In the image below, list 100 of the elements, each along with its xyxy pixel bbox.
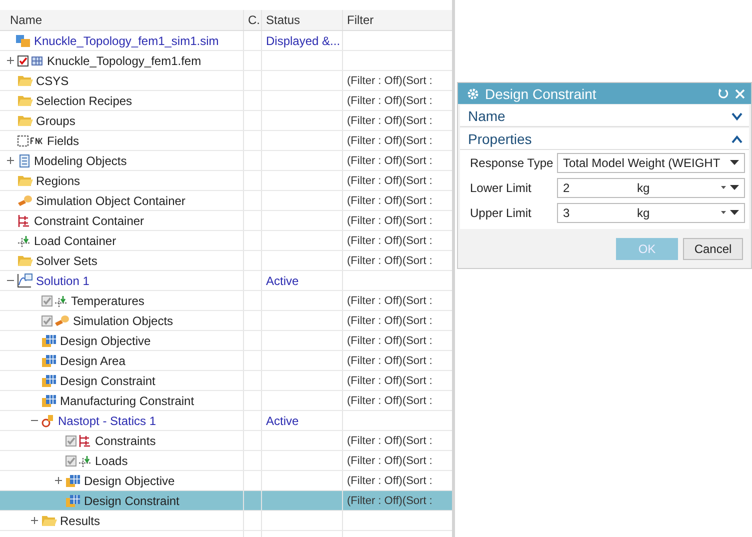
tree-item[interactable]: Constraints xyxy=(95,434,156,448)
mesh-icon xyxy=(30,54,44,67)
filter-text: (Filter : Off)(Sort : xyxy=(347,474,432,486)
load-icon xyxy=(78,454,92,468)
checkbox[interactable] xyxy=(17,134,29,146)
section-title: Name xyxy=(468,108,506,124)
section-header[interactable]: Name xyxy=(460,105,749,127)
options-arrow-icon[interactable] xyxy=(721,186,726,190)
tree-item[interactable]: Simulation Object Container xyxy=(36,194,186,208)
tree-item[interactable]: Design Objective xyxy=(60,334,151,348)
tree-item[interactable]: Nastopt - Statics 1 xyxy=(58,414,156,428)
options-arrow-icon[interactable] xyxy=(721,211,726,215)
expand-icon[interactable] xyxy=(54,476,62,485)
document-icon xyxy=(17,154,31,168)
design-table-icon xyxy=(65,494,81,508)
filter-text: (Filter : Off)(Sort : xyxy=(347,374,432,386)
field-label: Lower Limit xyxy=(470,181,532,195)
tree-item[interactable]: Design Constraint xyxy=(60,374,156,388)
expand-icon[interactable] xyxy=(6,156,14,165)
folder-icon xyxy=(17,74,33,87)
checkbox[interactable] xyxy=(17,54,29,66)
tree-item[interactable]: Constraint Container xyxy=(34,214,144,228)
tree-item[interactable]: Knuckle_Topology_fem1_sim1.sim xyxy=(34,34,219,48)
tree-item[interactable]: Design Objective xyxy=(84,474,175,488)
constraint-icon xyxy=(17,214,31,228)
tree-item[interactable]: Simulation Objects xyxy=(73,314,174,328)
chevron-down-icon[interactable] xyxy=(731,112,743,120)
column-header[interactable]: Filter xyxy=(343,10,452,30)
status-text: Active xyxy=(266,414,299,428)
filter-text: (Filter : Off)(Sort : xyxy=(347,294,432,306)
tree-item[interactable]: Modeling Objects xyxy=(34,154,127,168)
folder-icon xyxy=(17,254,33,267)
folder-icon xyxy=(17,94,33,107)
solver-icon xyxy=(41,414,55,428)
tree-item[interactable]: Design Constraint xyxy=(84,494,180,508)
status-text: Displayed &... xyxy=(266,34,340,48)
tree-item[interactable]: Manufacturing Constraint xyxy=(60,394,194,408)
load-icon xyxy=(54,294,68,308)
tree-item[interactable]: Load Container xyxy=(34,234,116,248)
tree-item[interactable]: Knuckle_Topology_fem1.fem xyxy=(47,54,202,68)
column-header[interactable]: Status xyxy=(262,10,343,30)
load-icon xyxy=(17,234,31,248)
tree-item[interactable]: Regions xyxy=(36,174,80,188)
field-label: Upper Limit xyxy=(470,206,532,220)
filter-text: (Filter : Off)(Sort : xyxy=(347,114,432,126)
filter-text: (Filter : Off)(Sort : xyxy=(347,154,432,166)
tree-item[interactable]: Loads xyxy=(95,454,128,468)
dropdown-arrow-icon[interactable] xyxy=(730,185,739,191)
design-table-icon xyxy=(41,374,57,388)
sim-object-icon xyxy=(17,194,33,208)
filter-text: (Filter : Off)(Sort : xyxy=(347,494,432,506)
sim-file-icon xyxy=(15,34,31,48)
tree-item[interactable]: Design Area xyxy=(60,354,126,368)
close-icon[interactable] xyxy=(735,88,745,98)
folder-icon xyxy=(17,174,33,187)
column-header[interactable]: Name xyxy=(0,10,244,30)
folder-icon xyxy=(17,114,33,127)
tree-item[interactable]: Solver Sets xyxy=(36,254,98,268)
tree-item[interactable]: CSYS xyxy=(36,74,69,88)
tree-item[interactable]: Results xyxy=(60,514,100,528)
input-field[interactable]: 3 xyxy=(563,206,633,220)
fields-icon xyxy=(30,134,44,146)
filter-text: (Filter : Off)(Sort : xyxy=(347,354,432,366)
filter-text: (Filter : Off)(Sort : xyxy=(347,434,432,446)
tree-item[interactable]: Selection Recipes xyxy=(36,94,132,108)
settings-icon[interactable] xyxy=(467,88,479,100)
solution-icon xyxy=(17,273,33,288)
input-field[interactable]: 2 xyxy=(563,181,633,195)
tree-item[interactable]: Fields xyxy=(47,134,80,148)
tree-item[interactable]: Solution 1 xyxy=(36,274,90,288)
filter-text: (Filter : Off)(Sort : xyxy=(347,454,432,466)
folder-icon xyxy=(41,514,57,527)
reset-icon[interactable] xyxy=(718,88,729,99)
column-header[interactable]: C. xyxy=(244,10,262,30)
field-label: Response Type xyxy=(470,156,554,170)
cancel-button[interactable]: Cancel xyxy=(683,238,743,260)
expand-icon[interactable] xyxy=(30,516,38,525)
tree-item[interactable]: Temperatures xyxy=(71,294,144,308)
filter-text: (Filter : Off)(Sort : xyxy=(347,134,432,146)
unit-text: kg xyxy=(637,206,651,220)
section-header[interactable]: Properties xyxy=(460,128,749,150)
design-table-icon xyxy=(41,354,57,368)
filter-text: (Filter : Off)(Sort : xyxy=(347,314,432,326)
unit-text: kg xyxy=(637,181,651,195)
tree-item[interactable]: Groups xyxy=(36,114,76,128)
sim-object-icon xyxy=(54,314,70,328)
filter-text: (Filter : Off)(Sort : xyxy=(347,74,432,86)
status-text: Active xyxy=(266,274,299,288)
filter-text: (Filter : Off)(Sort : xyxy=(347,174,432,186)
design-table-icon xyxy=(65,474,81,488)
dropdown-arrow-icon xyxy=(730,160,739,166)
filter-text: (Filter : Off)(Sort : xyxy=(347,94,432,106)
filter-text: (Filter : Off)(Sort : xyxy=(347,234,432,246)
chevron-up-icon[interactable] xyxy=(731,134,743,144)
expand-icon[interactable] xyxy=(6,56,14,65)
dropdown-arrow-icon[interactable] xyxy=(730,210,739,216)
constraint-icon xyxy=(78,434,92,448)
response-type-dropdown[interactable]: Total Model Weight (WEIGHT xyxy=(557,153,745,173)
filter-text: (Filter : Off)(Sort : xyxy=(347,194,432,206)
filter-text: (Filter : Off)(Sort : xyxy=(347,254,432,266)
